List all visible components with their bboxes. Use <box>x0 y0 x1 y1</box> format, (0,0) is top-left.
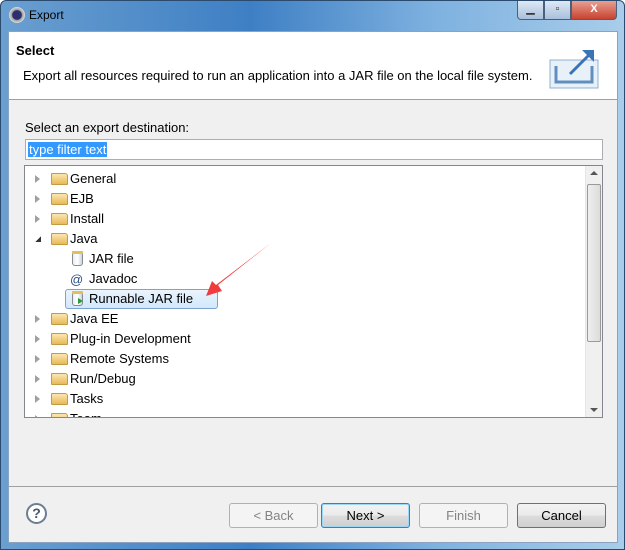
tree-item[interactable]: Team <box>25 409 585 417</box>
collapsed-arrow-icon[interactable] <box>35 375 40 383</box>
folder-icon <box>51 393 68 405</box>
collapsed-arrow-icon[interactable] <box>35 315 40 323</box>
folder-icon <box>51 353 68 365</box>
tree-item-label: Javadoc <box>89 271 138 286</box>
minimize-button[interactable]: ▁ <box>517 1 544 20</box>
folder-icon <box>51 373 68 385</box>
page-description: Export all resources required to run an … <box>23 68 533 83</box>
tree-item[interactable]: Java EE <box>25 309 585 329</box>
eclipse-icon <box>9 7 25 23</box>
folder-icon <box>51 233 68 245</box>
tree-item-label: Runnable JAR file <box>89 291 194 306</box>
tree-item[interactable]: EJB <box>25 189 585 209</box>
tree-item[interactable]: Plug-in Development <box>25 329 585 349</box>
destination-label: Select an export destination: <box>25 120 190 135</box>
tree-scrollbar[interactable] <box>585 166 602 417</box>
tree-item[interactable]: Install <box>25 209 585 229</box>
tree-item[interactable]: Runnable JAR file <box>25 289 585 309</box>
back-button[interactable]: < Back <box>229 503 318 528</box>
tree-item-label: Run/Debug <box>70 371 136 386</box>
tree-item[interactable]: Remote Systems <box>25 349 585 369</box>
destination-tree[interactable]: Team Tasks Run/Debug Remote Systems Plug-in … <box>24 165 603 418</box>
filter-input[interactable]: type filter text <box>25 139 603 160</box>
tree-item-label: Plug-in Development <box>70 331 191 346</box>
folder-icon <box>51 193 68 205</box>
tree-item-label: General <box>70 171 117 186</box>
collapsed-arrow-icon[interactable] <box>35 355 40 363</box>
collapsed-arrow-icon[interactable] <box>35 215 40 223</box>
collapsed-arrow-icon[interactable] <box>35 415 40 417</box>
collapsed-arrow-icon[interactable] <box>35 195 40 203</box>
tree-item-label: Tasks <box>70 391 104 406</box>
javadoc-icon: @ <box>70 272 84 287</box>
filter-text: type filter text <box>28 142 108 157</box>
close-button[interactable]: X <box>571 1 617 20</box>
dialog-client: Select Export all resources required to … <box>8 31 618 543</box>
expanded-arrow-icon[interactable] <box>35 236 41 242</box>
finish-button[interactable]: Finish <box>419 503 508 528</box>
folder-icon <box>51 213 68 225</box>
wizard-header: Select Export all resources required to … <box>9 32 617 100</box>
scroll-up-icon[interactable] <box>590 171 598 175</box>
folder-icon <box>51 313 68 325</box>
export-dialog: Export ▁ ▫ X Select Export all resources… <box>0 0 625 550</box>
next-button[interactable]: Next > <box>321 503 410 528</box>
help-icon[interactable]: ? <box>26 503 47 524</box>
collapsed-arrow-icon[interactable] <box>35 335 40 343</box>
tree-item-label: Remote Systems <box>70 351 169 366</box>
divider <box>9 486 617 487</box>
tree-item[interactable]: Tasks <box>25 389 585 409</box>
maximize-button[interactable]: ▫ <box>544 1 571 20</box>
tree-item-label: EJB <box>70 191 94 206</box>
tree-item-label: Install <box>70 211 104 226</box>
collapsed-arrow-icon[interactable] <box>35 395 40 403</box>
scrollbar-thumb[interactable] <box>587 184 601 342</box>
tree-item-label: Team <box>70 409 102 417</box>
export-wizard-icon <box>549 50 599 89</box>
runnable-jar-icon <box>72 291 83 306</box>
window-title: Export <box>29 8 64 22</box>
folder-icon <box>51 173 68 185</box>
scroll-down-icon[interactable] <box>590 408 598 412</box>
folder-icon <box>51 413 68 417</box>
folder-icon <box>51 333 68 345</box>
page-title: Select <box>16 43 55 58</box>
tree-item[interactable]: Run/Debug <box>25 369 585 389</box>
tree-item[interactable]: Java <box>25 229 585 249</box>
tree-item-label: JAR file <box>89 251 134 266</box>
jar-icon <box>72 251 83 266</box>
cancel-button[interactable]: Cancel <box>517 503 606 528</box>
tree-item[interactable]: General <box>25 169 585 189</box>
collapsed-arrow-icon[interactable] <box>35 175 40 183</box>
tree-item-label: Java <box>70 231 98 246</box>
tree-item-label: Java EE <box>70 311 119 326</box>
annotation-arrow <box>206 243 271 296</box>
tree-item[interactable]: @ Javadoc <box>25 269 585 289</box>
tree-item[interactable]: JAR file <box>25 249 585 269</box>
